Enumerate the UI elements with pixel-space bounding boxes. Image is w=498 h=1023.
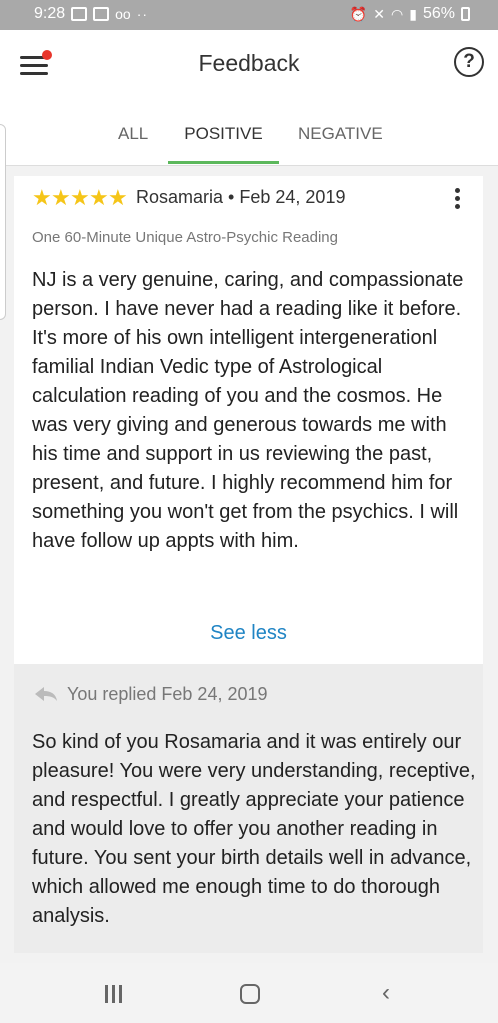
review-meta: Rosamaria • Feb 24, 2019 [136, 187, 345, 208]
star-icon: ★ [51, 185, 71, 210]
reply-label: You replied Feb 24, 2019 [67, 684, 268, 704]
signal-icon: ▮ [409, 5, 417, 22]
review-card: ★ ★ ★ ★ ★ Rosamaria • Feb 24, 2019 One 6… [14, 176, 483, 664]
page-title: Feedback [198, 50, 300, 76]
star-icon: ★ [89, 185, 109, 210]
battery-icon [461, 7, 470, 21]
help-circle-icon[interactable]: ? [454, 47, 484, 77]
star-icon: ★ [32, 185, 52, 210]
status-time: 9:28 [34, 5, 66, 22]
wifi-icon: ◠ [391, 5, 404, 22]
home-icon[interactable] [240, 984, 260, 1004]
back-icon[interactable]: ‹ [382, 981, 390, 1005]
reply-arrow-icon [35, 687, 57, 701]
see-less-link[interactable]: See less [14, 622, 483, 645]
reviewer-name: Rosamaria [136, 187, 224, 207]
gallery-notification-icon [71, 7, 88, 21]
recents-icon[interactable] [103, 985, 123, 1003]
active-tab-indicator [168, 161, 279, 164]
mute-icon: ✕ [373, 5, 386, 22]
star-icon: ★ [70, 185, 90, 210]
feedback-tabs: ALL POSITIVE NEGATIVE [0, 100, 498, 166]
more-vertical-icon[interactable] [455, 186, 461, 210]
rating-stars: ★ ★ ★ ★ ★ [32, 185, 128, 210]
alarm-icon: ⏰ [349, 5, 368, 22]
mail-notification-icon [93, 7, 110, 21]
voicemail-icon: oo [115, 6, 131, 22]
meta-separator: • [228, 187, 235, 207]
tab-all[interactable]: ALL [118, 124, 148, 144]
review-text: NJ is a very genuine, caring, and compas… [32, 269, 464, 552]
tab-positive[interactable]: POSITIVE [168, 124, 279, 144]
drawer-edge[interactable] [0, 124, 6, 320]
battery-percent: 56% [422, 5, 455, 22]
app-bar: Feedback ? [0, 30, 498, 100]
reply-section: You replied Feb 24, 2019 So kind of you … [14, 664, 483, 953]
product-name: One 60-Minute Unique Astro-Psychic Readi… [32, 229, 338, 246]
tab-negative[interactable]: NEGATIVE [298, 124, 383, 144]
star-icon: ★ [108, 185, 128, 210]
reply-text: So kind of you Rosamaria and it was enti… [32, 731, 476, 927]
system-nav-bar: ‹ [0, 963, 498, 1023]
more-notifications-icon: ·· [136, 6, 149, 22]
review-date: Feb 24, 2019 [239, 187, 346, 207]
status-bar: 9:28 oo ·· ⏰ ✕ ◠ ▮ 56% [0, 0, 498, 30]
